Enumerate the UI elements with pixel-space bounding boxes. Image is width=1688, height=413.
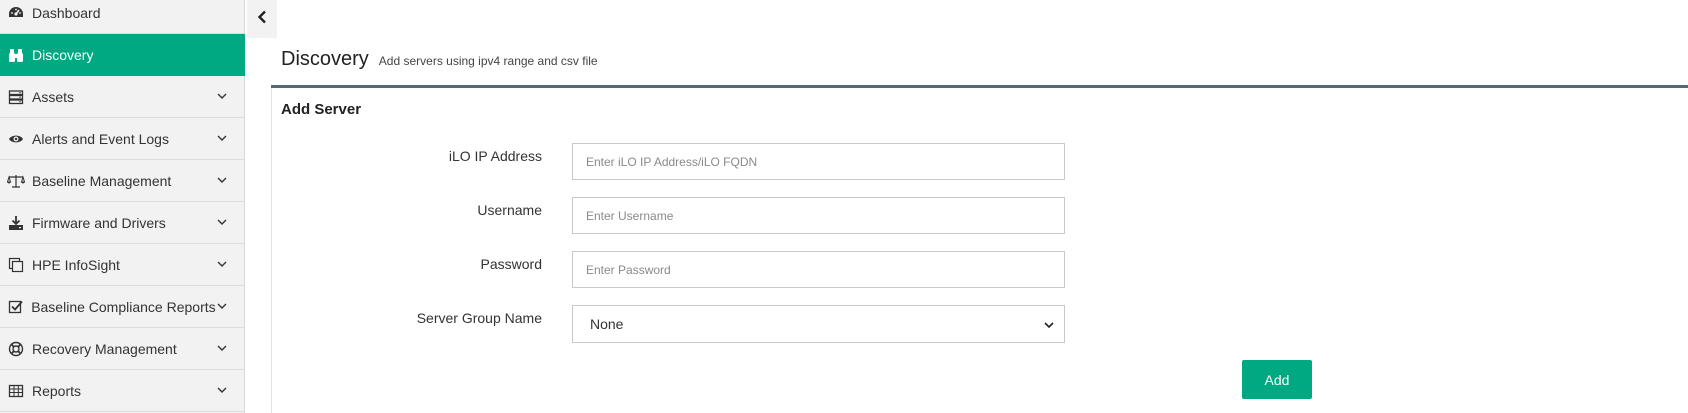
page-subtitle: Add servers using ipv4 range and csv fil… <box>378 54 598 68</box>
ilo-ip-input[interactable] <box>572 143 1065 180</box>
sidebar-item-hpe-infosight[interactable]: HPE InfoSight <box>0 244 245 286</box>
sidebar-item-assets[interactable]: Assets <box>0 76 245 118</box>
copy-icon <box>7 256 25 274</box>
sidebar-item-baseline-management[interactable]: Baseline Management <box>0 160 245 202</box>
server-group-selected-value: None <box>590 316 624 332</box>
chevron-left-icon <box>257 10 267 29</box>
sidebar: Dashboard Discovery Assets Alerts and Ev… <box>0 0 245 413</box>
chevron-down-icon <box>215 216 229 230</box>
sidebar-item-alerts-and-event-logs[interactable]: Alerts and Event Logs <box>0 118 245 160</box>
server-group-label: Server Group Name <box>416 310 542 326</box>
binoculars-icon <box>7 46 25 64</box>
sidebar-item-baseline-compliance-reports[interactable]: Baseline Compliance Reports <box>0 286 245 328</box>
sidebar-item-label: Recovery Management <box>32 340 177 357</box>
eye-icon <box>7 130 25 148</box>
server-group-select[interactable]: None <box>572 305 1065 343</box>
add-button[interactable]: Add <box>1242 360 1312 399</box>
chevron-down-icon <box>216 300 229 314</box>
sidebar-item-dashboard[interactable]: Dashboard <box>0 0 245 34</box>
sidebar-item-firmware-and-drivers[interactable]: Firmware and Drivers <box>0 202 245 244</box>
sidebar-item-label: Firmware and Drivers <box>32 214 166 231</box>
sidebar-item-label: Assets <box>32 88 75 105</box>
ilo-ip-label: iLO IP Address <box>448 148 542 164</box>
chevron-down-icon <box>215 174 229 188</box>
password-input[interactable] <box>572 251 1065 288</box>
server-stack-icon <box>7 88 25 106</box>
chevron-down-icon <box>215 132 229 146</box>
page-title: Discovery <box>281 48 369 70</box>
chevron-down-icon <box>215 384 229 398</box>
chevron-down-icon <box>1044 316 1054 332</box>
sidebar-item-recovery-management[interactable]: Recovery Management <box>0 328 245 370</box>
scale-icon <box>7 172 25 190</box>
collapse-sidebar-button[interactable] <box>247 0 277 38</box>
username-label: Username <box>477 202 542 218</box>
table-icon <box>7 382 25 400</box>
download-icon <box>7 214 25 232</box>
sidebar-item-label: Baseline Management <box>32 172 172 189</box>
sidebar-item-label: Dashboard <box>32 4 101 21</box>
lifebuoy-icon <box>7 340 25 358</box>
sidebar-item-label: HPE InfoSight <box>32 256 120 273</box>
sidebar-item-discovery[interactable]: Discovery <box>0 34 245 76</box>
password-label: Password <box>480 256 542 272</box>
sidebar-item-label: Reports <box>32 382 82 399</box>
checkbox-icon <box>7 298 24 316</box>
section-title: Add Server <box>281 101 362 118</box>
sidebar-item-label: Alerts and Event Logs <box>32 130 169 147</box>
dashboard-icon <box>7 4 25 22</box>
username-input[interactable] <box>572 197 1065 234</box>
sidebar-item-label: Discovery <box>32 47 94 63</box>
chevron-down-icon <box>215 342 229 356</box>
chevron-down-icon <box>215 258 229 272</box>
sidebar-item-reports[interactable]: Reports <box>0 370 245 412</box>
sidebar-item-label: Baseline Compliance Reports <box>31 298 216 315</box>
page-header: Discovery Add servers using ipv4 range a… <box>281 48 598 71</box>
chevron-down-icon <box>215 90 229 104</box>
